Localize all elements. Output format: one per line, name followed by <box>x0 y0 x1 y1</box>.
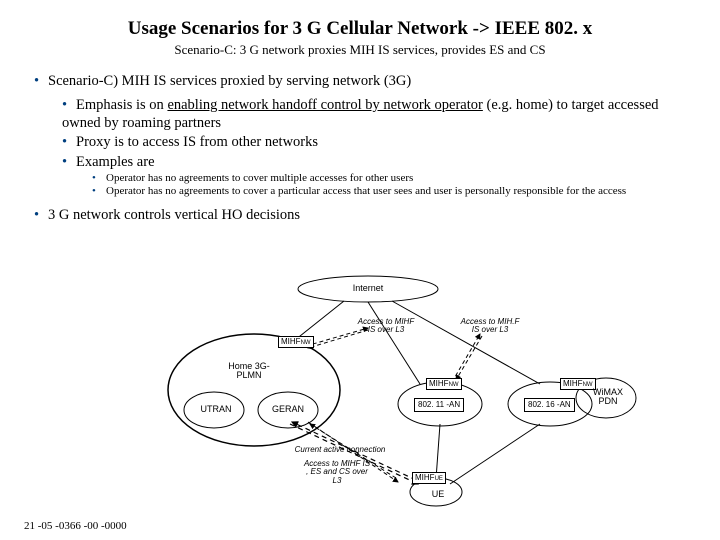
label-wimax-pdn: WiMAX PDN <box>588 388 628 406</box>
bullet-ex2: •Operator has no agreements to cover a p… <box>92 185 692 198</box>
bullet-examples: •Examples are <box>62 153 692 171</box>
footer-id: 21 -05 -0366 -00 -0000 <box>24 520 127 532</box>
bullet-scenario: •Scenario-C) MIH IS services proxied by … <box>34 72 692 90</box>
label-80211-an: 802. 11 -AN <box>414 398 464 412</box>
network-diagram: Internet MIHFNW MIHFNW MIHFNW MIHFUE Hom… <box>140 274 640 514</box>
bullet-proxy: •Proxy is to access IS from other networ… <box>62 133 692 151</box>
label-mihf-nw-80211: MIHFNW <box>426 378 462 390</box>
note-access-l3-b: Access to MIH.F IS over L3 <box>460 318 520 335</box>
bullet-ex1: •Operator has no agreements to cover mul… <box>92 172 692 185</box>
label-ue: UE <box>428 490 448 499</box>
label-utran: UTRAN <box>196 405 236 414</box>
body-content: •Scenario-C) MIH IS services proxied by … <box>28 72 692 224</box>
label-geran: GERAN <box>268 405 308 414</box>
label-internet: Internet <box>346 284 390 293</box>
note-access-l3-a: Access to MIHF IS over L3 <box>356 318 416 335</box>
label-80216-an: 802. 16 -AN <box>524 398 575 412</box>
page-title: Usage Scenarios for 3 G Cellular Network… <box>28 18 692 40</box>
bullet-controls: •3 G network controls vertical HO decisi… <box>34 206 692 224</box>
page-subtitle: Scenario-C: 3 G network proxies MIH IS s… <box>28 42 692 58</box>
note-access-es-cs: Access to MIHF IS , ES and CS over L3 <box>302 460 372 485</box>
label-home-plmn: Home 3G-PLMN <box>224 362 274 380</box>
bullet-emphasis: •Emphasis is on enabling network handoff… <box>62 96 692 132</box>
label-mihf-nw-home: MIHFNW <box>278 336 314 348</box>
note-current-connection: Current active connection <box>280 446 400 454</box>
label-mihf-ue: MIHFUE <box>412 472 446 484</box>
